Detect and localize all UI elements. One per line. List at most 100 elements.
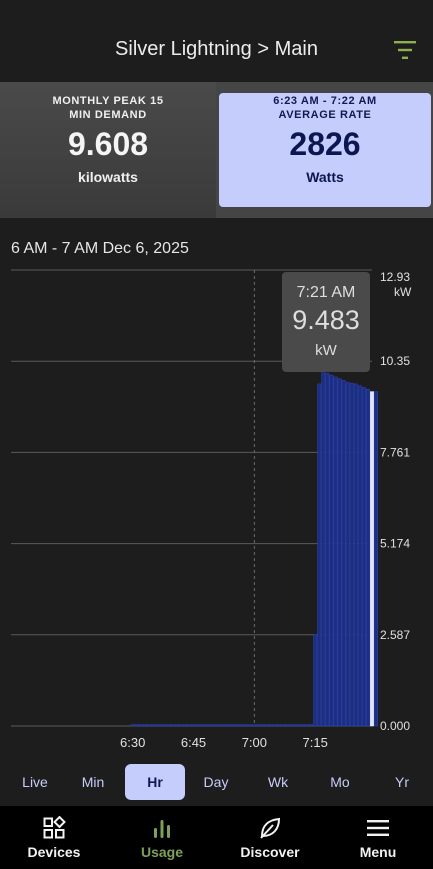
bar-chart-icon <box>154 820 170 838</box>
range-tab-yr[interactable]: Yr <box>372 764 432 800</box>
x-tick-label: 6:45 <box>181 735 206 750</box>
usage-bar <box>256 724 261 727</box>
range-tab-wk[interactable]: Wk <box>248 764 308 800</box>
usage-bar <box>228 724 232 727</box>
usage-bar <box>207 724 212 727</box>
usage-bar <box>252 724 257 727</box>
average-rate-value: 2826 <box>289 126 361 162</box>
usage-bar <box>203 724 208 727</box>
usage-bar <box>151 724 155 727</box>
monthly-peak-label-line2: MIN DEMAND <box>69 109 147 121</box>
nav-discover-label: Discover <box>240 844 300 860</box>
monthly-peak-unit: kilowatts <box>78 169 138 185</box>
usage-bar <box>313 634 318 727</box>
usage-bar <box>244 724 249 727</box>
nav-menu[interactable]: Menu <box>324 806 432 869</box>
x-tick-label: 7:15 <box>303 735 328 750</box>
usage-bar <box>236 724 241 727</box>
nav-devices-label: Devices <box>27 844 81 860</box>
chart-range-label: 6 AM - 7 AM Dec 6, 2025 <box>11 240 189 257</box>
usage-bar <box>264 724 269 727</box>
hamburger-menu-icon <box>367 820 389 836</box>
nav-usage-label: Usage <box>140 844 184 860</box>
range-tab-live[interactable]: Live <box>5 764 65 800</box>
monthly-peak-card[interactable]: MONTHLY PEAK 15 MIN DEMAND 9.608 kilowat… <box>0 82 216 218</box>
usage-bar <box>361 387 366 727</box>
usage-bar <box>276 724 281 727</box>
usage-bar <box>349 382 354 727</box>
x-tick-label: 6:30 <box>120 735 145 750</box>
bottom-navigation: Devices Usage Discover Menu <box>0 806 433 869</box>
usage-bar <box>130 724 135 727</box>
usage-bar <box>183 724 188 727</box>
usage-bar <box>374 391 378 727</box>
usage-bar <box>329 374 334 727</box>
app-root: Silver Lightning > Main MONTHLY PEAK 15 … <box>0 0 433 869</box>
usage-bar <box>167 724 172 727</box>
range-tab-mo[interactable]: Mo <box>310 764 370 800</box>
y-tick-label: 12.93 <box>380 270 410 284</box>
monthly-peak-label-line1: MONTHLY PEAK 15 <box>52 95 164 107</box>
usage-bar <box>211 724 216 727</box>
usage-bar <box>187 724 192 727</box>
nav-usage[interactable]: Usage <box>108 806 216 869</box>
nav-menu-label: Menu <box>359 844 397 860</box>
usage-bar <box>337 378 342 727</box>
usage-bar <box>345 381 350 727</box>
page-title: Silver Lightning > Main <box>115 38 318 60</box>
usage-bar <box>366 388 370 727</box>
average-rate-label: 6:23 AM - 7:22 AM AVERAGE RATE <box>219 94 431 122</box>
average-rate-label-text: AVERAGE RATE <box>278 109 372 121</box>
range-tab-hr[interactable]: Hr <box>125 764 185 800</box>
range-tab-min[interactable]: Min <box>63 764 123 800</box>
usage-bar <box>195 724 200 727</box>
y-unit-label: kW <box>394 285 412 299</box>
y-tick-label: 2.587 <box>380 628 410 642</box>
usage-bar <box>134 724 139 727</box>
usage-bar <box>297 724 301 727</box>
usage-bar <box>272 724 277 727</box>
usage-bar <box>159 724 163 727</box>
usage-bar <box>199 724 204 727</box>
usage-bar <box>224 724 228 727</box>
usage-bar <box>333 376 338 727</box>
usage-bar <box>317 383 322 727</box>
chart-tooltip: 7:21 AM 9.483 kW <box>282 272 370 372</box>
filter-list-icon[interactable] <box>393 38 417 62</box>
usage-bar <box>155 724 159 727</box>
usage-bar <box>357 385 362 727</box>
average-rate-card[interactable]: 6:23 AM - 7:22 AM AVERAGE RATE 2826 Watt… <box>219 93 431 207</box>
usage-bar <box>284 724 289 727</box>
tooltip-value: 9.483 <box>292 305 360 335</box>
tooltip-time: 7:21 AM <box>296 284 356 301</box>
tooltip-unit: kW <box>315 342 337 359</box>
usage-bar <box>341 380 346 727</box>
average-rate-unit: Watts <box>306 169 344 185</box>
app-header: Silver Lightning > Main <box>0 0 433 82</box>
usage-bar <box>260 724 265 727</box>
usage-bar <box>301 724 305 727</box>
average-rate-time-range: 6:23 AM - 7:22 AM <box>273 95 377 107</box>
usage-bar <box>293 724 297 727</box>
usage-bar <box>146 724 151 727</box>
nav-devices[interactable]: Devices <box>0 806 108 869</box>
monthly-peak-label: MONTHLY PEAK 15 MIN DEMAND <box>0 94 216 122</box>
range-tab-day[interactable]: Day <box>186 764 246 800</box>
usage-bar <box>280 724 285 727</box>
usage-bar <box>138 724 143 727</box>
usage-bar <box>305 724 310 727</box>
highlighted-bar <box>370 391 374 727</box>
x-tick-label: 7:00 <box>242 735 267 750</box>
usage-bar <box>309 724 314 727</box>
usage-bar <box>232 724 237 727</box>
nav-discover[interactable]: Discover <box>216 806 324 869</box>
usage-bar <box>248 724 253 727</box>
usage-bar <box>321 364 326 727</box>
usage-bar <box>325 373 330 727</box>
y-tick-label: 7.761 <box>380 445 410 459</box>
y-tick-label: 5.174 <box>380 537 410 551</box>
usage-bar <box>191 724 196 727</box>
monthly-peak-value: 9.608 <box>67 126 149 162</box>
usage-bar <box>179 724 184 727</box>
usage-bar <box>268 724 273 727</box>
